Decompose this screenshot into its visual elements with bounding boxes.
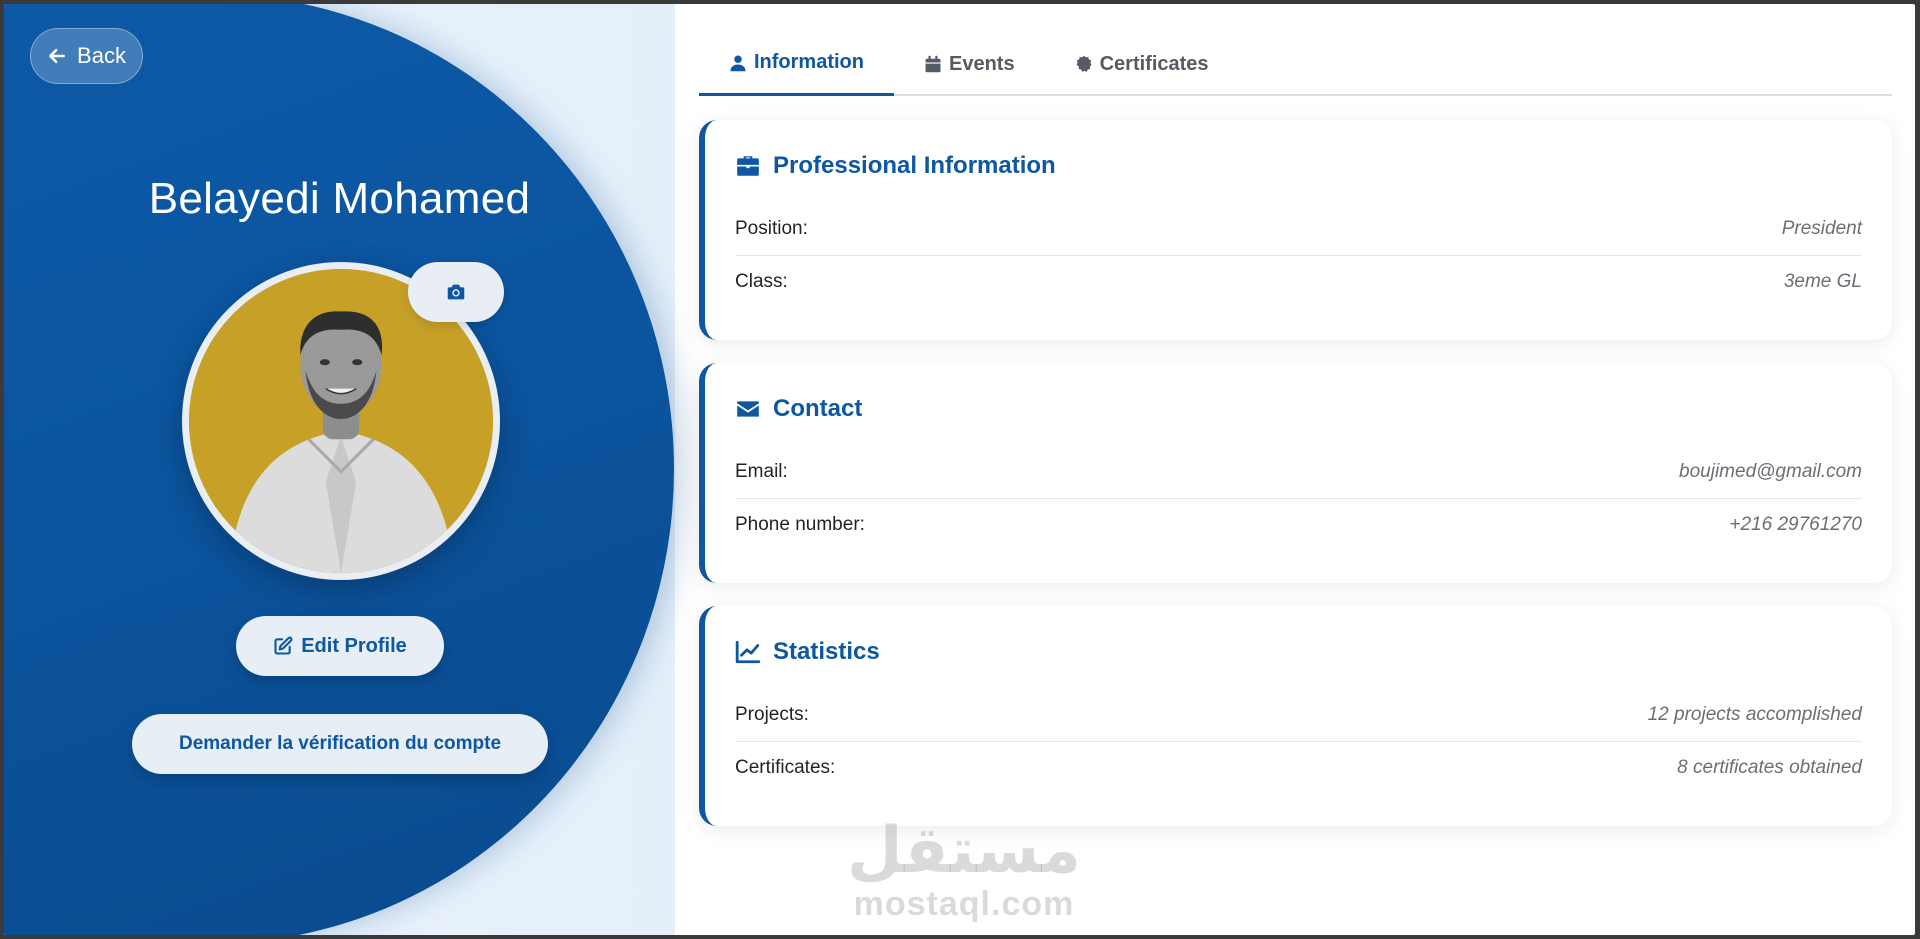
statistics-card: Statistics Projects: 12 projects accompl… [699, 606, 1892, 826]
edit-profile-label: Edit Profile [301, 634, 407, 657]
calendar-icon [925, 55, 941, 73]
profile-name: Belayedi Mohamed [148, 174, 531, 223]
edit-icon [274, 636, 293, 655]
phone-label: Phone number: [735, 514, 865, 535]
statistics-title-text: Statistics [773, 638, 880, 665]
contact-row-phone: Phone number: +216 29761270 [735, 498, 1862, 551]
class-label: Class: [735, 271, 788, 292]
projects-value: 12 projects accomplished [1647, 703, 1862, 725]
tab-events[interactable]: Events [894, 32, 1045, 96]
info-row-position: Position: President [735, 202, 1862, 255]
envelope-icon [737, 401, 759, 417]
position-label: Position: [735, 217, 808, 239]
briefcase-icon [737, 156, 759, 176]
email-label: Email: [735, 460, 788, 482]
tab-certificates-label: Certificates [1099, 52, 1209, 75]
tab-bar: Information Events Certificates [699, 32, 1892, 96]
app-window: Back Belayedi Mohamed Edit Profile Deman… [4, 4, 1915, 935]
tab-information-label: Information [754, 51, 864, 73]
contact-card: Contact Email: boujimed@gmail.com Phone … [699, 363, 1892, 583]
camera-icon [447, 284, 465, 300]
stats-row-certificates: Certificates: 8 certificates obtained [735, 741, 1862, 794]
watermark: مستقل mostaql.com [844, 816, 1084, 922]
stats-row-projects: Projects: 12 projects accomplished [735, 688, 1862, 741]
position-value: President [1781, 217, 1862, 239]
arrow-left-icon [49, 48, 65, 64]
professional-info-card: Professional Information Position: Presi… [699, 120, 1892, 340]
edit-profile-button[interactable]: Edit Profile [236, 616, 444, 676]
request-verification-label: Demander la vérification du compte [178, 733, 502, 754]
class-value: 3eme GL [1783, 271, 1862, 292]
contact-row-email: Email: boujimed@gmail.com [735, 445, 1862, 498]
statistics-title: Statistics [735, 636, 1862, 668]
projects-label: Projects: [735, 703, 809, 725]
professional-info-title-text: Professional Information [773, 152, 1056, 179]
chart-line-icon [735, 640, 761, 664]
watermark-arabic: مستقل [846, 814, 1082, 888]
certificate-icon [1076, 55, 1092, 72]
contact-title: Contact [735, 393, 1862, 425]
request-verification-button[interactable]: Demander la vérification du compte [132, 714, 548, 774]
user-icon [730, 55, 746, 71]
certificates-label: Certificates: [735, 757, 836, 778]
back-button-label: Back [77, 43, 126, 68]
tab-information[interactable]: Information [699, 32, 894, 96]
back-button[interactable]: Back [30, 28, 143, 84]
contact-title-text: Contact [773, 395, 863, 422]
change-photo-button[interactable] [408, 262, 504, 322]
info-row-class: Class: 3eme GL [735, 255, 1862, 308]
certificates-value: 8 certificates obtained [1677, 757, 1862, 778]
phone-value: +216 29761270 [1729, 514, 1862, 535]
tab-events-label: Events [949, 52, 1015, 75]
professional-info-title: Professional Information [735, 150, 1862, 182]
email-value: boujimed@gmail.com [1679, 460, 1862, 482]
tab-certificates[interactable]: Certificates [1045, 32, 1239, 96]
watermark-latin: mostaql.com [853, 885, 1075, 923]
